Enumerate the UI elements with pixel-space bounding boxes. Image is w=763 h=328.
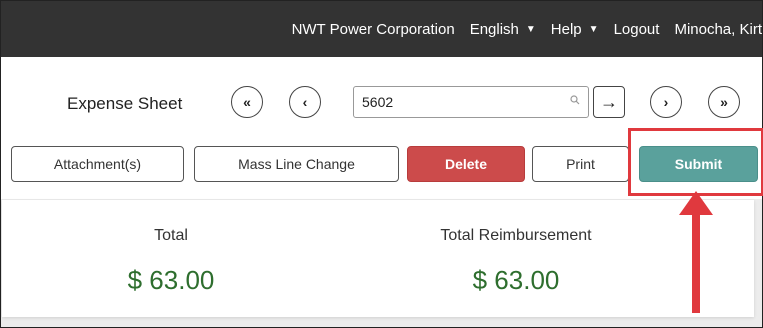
total-reimbursement-value: $ 63.00 — [472, 265, 560, 295]
totals-card — [2, 200, 754, 317]
next-record-button[interactable]: › — [650, 86, 682, 118]
page-title: Expense Sheet — [67, 94, 183, 113]
record-search-field[interactable] — [353, 86, 589, 118]
arrow-right-icon: → — [600, 91, 618, 112]
double-chevron-right-icon: » — [720, 94, 728, 110]
help-menu[interactable]: Help ▼ — [551, 21, 599, 38]
logout-link[interactable]: Logout — [614, 21, 660, 38]
caret-down-icon: ▼ — [588, 23, 599, 35]
help-label: Help — [550, 20, 582, 38]
company-name: NWT Power Corporation — [291, 20, 455, 38]
total-value: $ 63.00 — [127, 265, 215, 295]
delete-button[interactable]: Delete — [407, 146, 525, 182]
last-record-button[interactable]: » — [708, 86, 740, 118]
user-name[interactable]: Minocha, Kirt — [674, 21, 762, 38]
chevron-right-icon: › — [663, 94, 669, 110]
caret-down-icon: ▼ — [525, 23, 536, 35]
language-menu[interactable]: English ▼ — [470, 21, 536, 38]
submit-highlight-box — [628, 128, 763, 196]
top-navigation-bar: NWT Power Corporation English ▼ Help ▼ L… — [1, 1, 762, 57]
print-button[interactable]: Print — [532, 146, 629, 182]
mass-line-change-button[interactable]: Mass Line Change — [194, 146, 399, 182]
red-arrow-icon — [679, 191, 713, 313]
magnifier-icon[interactable] — [570, 95, 580, 108]
sheet-number-input[interactable] — [362, 93, 542, 111]
chevron-left-icon: ‹ — [302, 94, 308, 110]
first-record-button[interactable]: « — [231, 86, 263, 118]
go-button[interactable]: → — [593, 86, 625, 118]
total-label: Total — [154, 227, 188, 244]
language-label: English — [469, 20, 519, 38]
previous-record-button[interactable]: ‹ — [289, 86, 321, 118]
total-reimbursement-label: Total Reimbursement — [440, 227, 592, 244]
attachments-button[interactable]: Attachment(s) — [11, 146, 184, 182]
double-chevron-left-icon: « — [243, 94, 251, 110]
